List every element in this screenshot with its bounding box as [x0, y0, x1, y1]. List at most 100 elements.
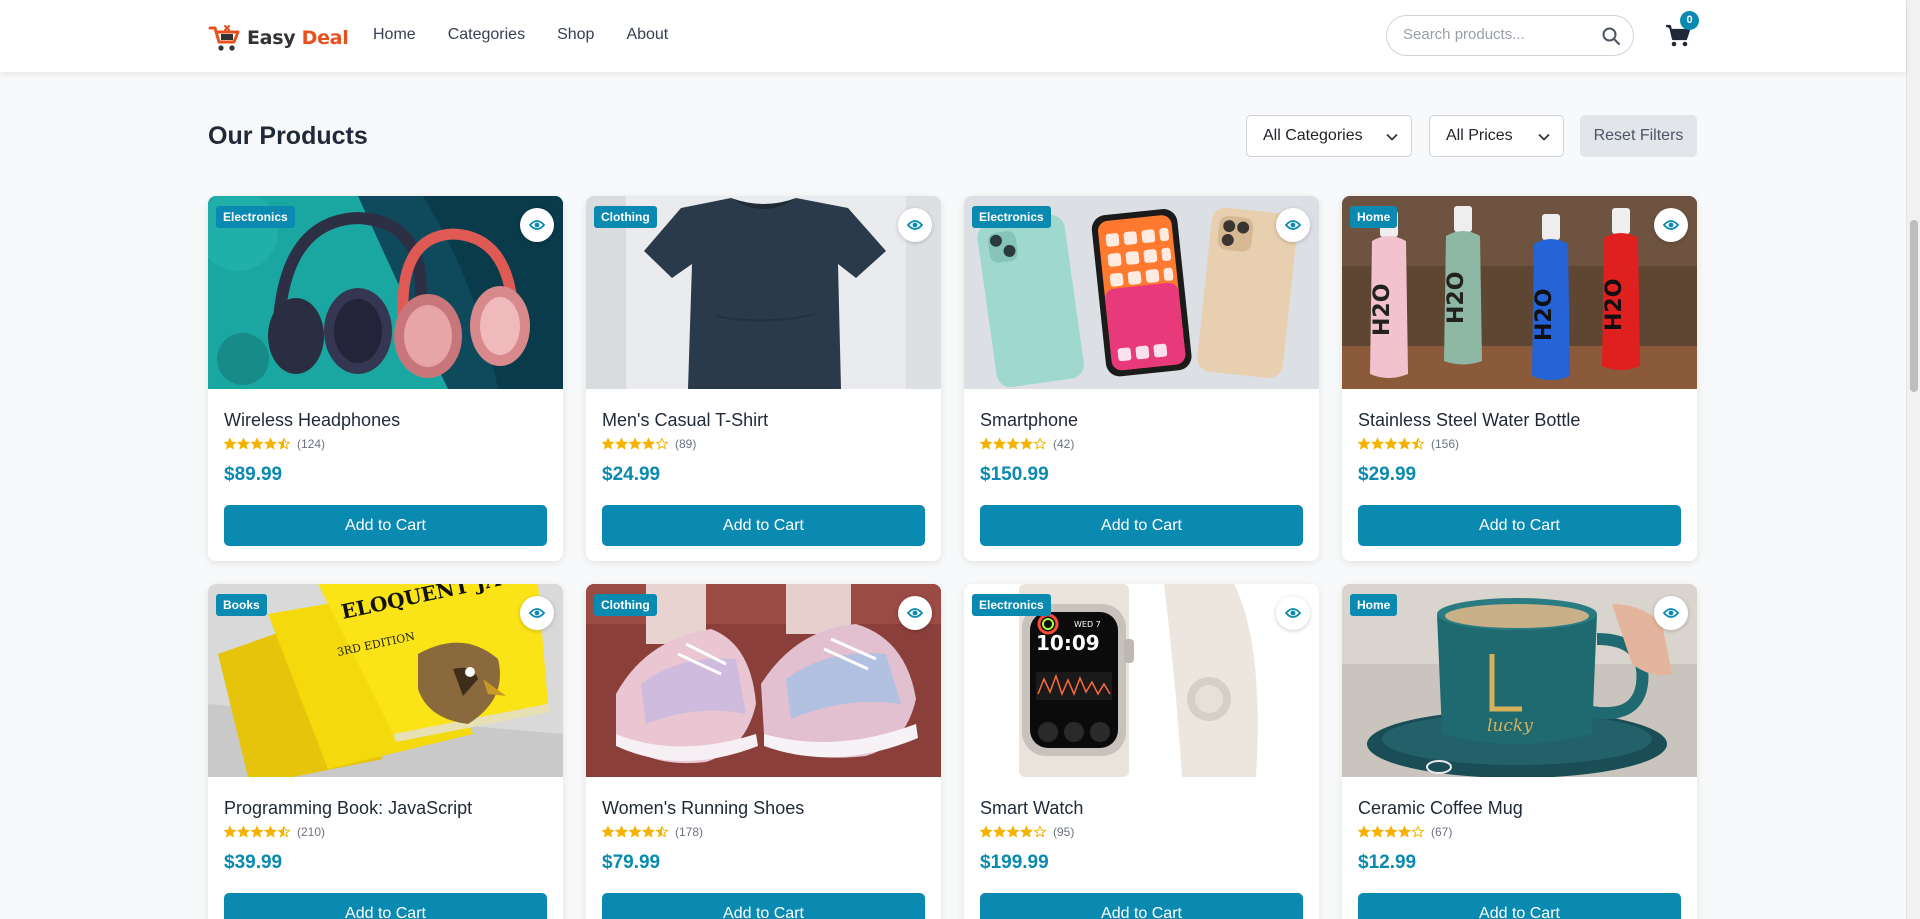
star-filled-icon: [628, 437, 642, 450]
category-badge: Books: [216, 594, 267, 616]
price-select[interactable]: All Prices: [1429, 115, 1564, 157]
star-filled-icon: [236, 437, 251, 450]
svg-text:H2O: H2O: [1444, 272, 1469, 324]
product-name[interactable]: Smartphone: [980, 410, 1078, 431]
star-filled-icon: [250, 437, 264, 450]
product-name[interactable]: Wireless Headphones: [224, 410, 400, 431]
star-filled-icon: [601, 437, 615, 450]
product-name[interactable]: Ceramic Coffee Mug: [1358, 798, 1523, 819]
star-filled-icon: [236, 825, 251, 838]
star-filled-icon: [641, 437, 656, 450]
star-filled-icon: [992, 825, 1007, 838]
product-image[interactable]: ELOQUENT JAVASCRIPT 3RD EDITION Books: [208, 584, 563, 777]
star-filled-icon: [263, 437, 278, 450]
add-to-cart-button[interactable]: Add to Cart: [602, 893, 925, 919]
star-half-icon: [1411, 437, 1425, 450]
page-title: Our Products: [208, 122, 368, 150]
quick-view-eye-icon[interactable]: [1276, 596, 1310, 630]
product-rating: (178): [601, 825, 704, 839]
star-filled-icon: [641, 825, 656, 838]
quick-view-eye-icon[interactable]: [898, 596, 932, 630]
star-filled-icon: [1384, 437, 1398, 450]
quick-view-eye-icon[interactable]: [1276, 208, 1310, 242]
star-filled-icon: [1357, 437, 1371, 450]
category-badge: Electronics: [972, 206, 1051, 228]
product-price: $199.99: [980, 852, 1049, 873]
product-image[interactable]: lucky Home: [1342, 584, 1697, 777]
product-price: $12.99: [1358, 852, 1417, 873]
rating-stars: [223, 437, 292, 451]
product-rating: (89): [601, 437, 696, 451]
product-name[interactable]: Smart Watch: [980, 798, 1083, 819]
add-to-cart-button[interactable]: Add to Cart: [1358, 893, 1681, 919]
product-card: lucky Home Ceramic Coffee Mug (67) $12.9…: [1342, 584, 1697, 919]
category-badge: Home: [1350, 594, 1398, 616]
reset-filters-button[interactable]: Reset Filters: [1580, 115, 1697, 157]
add-to-cart-button[interactable]: Add to Cart: [602, 505, 925, 546]
category-badge: Clothing: [594, 206, 657, 228]
star-empty-icon: [1033, 825, 1047, 838]
logo[interactable]: Easy Deal: [208, 23, 349, 53]
product-name[interactable]: Men's Casual T-Shirt: [602, 410, 768, 431]
search-input[interactable]: [1403, 26, 1603, 43]
quick-view-eye-icon[interactable]: [520, 208, 554, 242]
product-rating: (156): [1357, 437, 1460, 451]
watch-date: WED 7: [1074, 620, 1101, 629]
product-rating: (210): [223, 825, 325, 839]
product-card: H2O H2O H2O H2O Home Stainless Steel Wat…: [1342, 196, 1697, 561]
review-count: (156): [1431, 437, 1460, 451]
search-icon[interactable]: [1601, 26, 1621, 46]
product-name[interactable]: Women's Running Shoes: [602, 798, 804, 819]
main-nav: Home Categories Shop About: [373, 26, 700, 44]
star-filled-icon: [1006, 825, 1020, 838]
star-half-icon: [655, 825, 669, 838]
mug-text: lucky: [1487, 716, 1533, 736]
review-count: (178): [675, 825, 704, 839]
product-price: $39.99: [224, 852, 283, 873]
scrollbar-thumb[interactable]: [1910, 220, 1918, 392]
site-header: Easy Deal Home Categories Shop About 0: [0, 0, 1906, 72]
add-to-cart-button[interactable]: Add to Cart: [224, 893, 547, 919]
product-image[interactable]: 10:09 WED 7 Electronics: [964, 584, 1319, 777]
quick-view-eye-icon[interactable]: [1654, 596, 1688, 630]
product-name[interactable]: Programming Book: JavaScript: [224, 798, 472, 819]
product-card: Clothing Women's Running Shoes (178) $79…: [586, 584, 941, 919]
review-count: (95): [1053, 825, 1075, 839]
add-to-cart-button[interactable]: Add to Cart: [980, 505, 1303, 546]
nav-about[interactable]: About: [626, 26, 668, 44]
nav-home[interactable]: Home: [373, 26, 416, 44]
product-image[interactable]: Clothing: [586, 196, 941, 389]
star-filled-icon: [1370, 437, 1385, 450]
nav-shop[interactable]: Shop: [557, 26, 594, 44]
product-image[interactable]: Electronics: [964, 196, 1319, 389]
star-empty-icon: [655, 437, 669, 450]
category-select-value: All Categories: [1263, 127, 1363, 144]
svg-text:H2O: H2O: [1532, 289, 1557, 341]
category-select[interactable]: All Categories: [1246, 115, 1412, 157]
quick-view-eye-icon[interactable]: [898, 208, 932, 242]
product-image[interactable]: H2O H2O H2O H2O Home: [1342, 196, 1697, 389]
product-image[interactable]: Electronics: [208, 196, 563, 389]
category-badge: Electronics: [972, 594, 1051, 616]
star-filled-icon: [628, 825, 642, 838]
star-filled-icon: [1384, 825, 1398, 838]
star-empty-icon: [1411, 825, 1425, 838]
nav-categories[interactable]: Categories: [448, 26, 525, 44]
rating-stars: [601, 825, 670, 839]
quick-view-eye-icon[interactable]: [520, 596, 554, 630]
star-filled-icon: [979, 437, 993, 450]
page-scrollbar[interactable]: [1906, 0, 1920, 919]
product-image[interactable]: Clothing: [586, 584, 941, 777]
add-to-cart-button[interactable]: Add to Cart: [980, 893, 1303, 919]
quick-view-eye-icon[interactable]: [1654, 208, 1688, 242]
product-price: $89.99: [224, 464, 283, 485]
star-filled-icon: [1370, 825, 1385, 838]
star-filled-icon: [223, 437, 237, 450]
add-to-cart-button[interactable]: Add to Cart: [1358, 505, 1681, 546]
star-filled-icon: [1357, 825, 1371, 838]
star-filled-icon: [979, 825, 993, 838]
product-card: Electronics Wireless Headphones (124) $8…: [208, 196, 563, 561]
product-name[interactable]: Stainless Steel Water Bottle: [1358, 410, 1580, 431]
rating-stars: [1357, 825, 1426, 839]
add-to-cart-button[interactable]: Add to Cart: [224, 505, 547, 546]
